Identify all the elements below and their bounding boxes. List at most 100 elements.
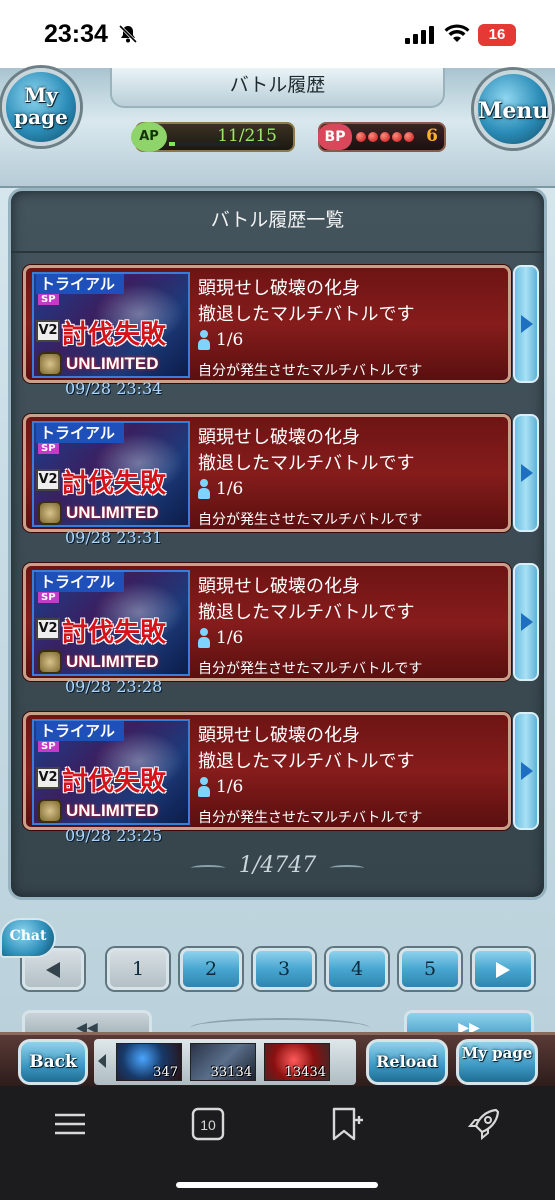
battle-title: 顕現せし破壊の化身	[198, 278, 360, 299]
trial-tag: トライアル	[36, 721, 124, 741]
chevron-left-icon	[46, 962, 60, 978]
status-time: 23:34	[44, 20, 108, 48]
item-shortcuts: 347 33134 13434	[94, 1039, 356, 1085]
player-count: 1/6	[198, 479, 243, 499]
tabs-icon[interactable]: 10	[190, 1106, 226, 1142]
battle-note: 自分が発生させたマルチバトルです	[198, 661, 423, 677]
rocket-icon[interactable]	[466, 1106, 502, 1142]
player-count-value: 1/6	[216, 628, 244, 648]
entry-arrow-button[interactable]	[513, 265, 539, 383]
ornament-left	[190, 864, 225, 871]
quest-thumbnail: トライアル SP V2 討伐失敗 UNLIMITED	[32, 421, 190, 527]
sp-badge: SP	[38, 443, 59, 454]
ap-bar	[169, 142, 279, 146]
v2-badge: V2	[36, 618, 60, 640]
page-button-5[interactable]: 5	[399, 948, 461, 990]
entry-arrow-button[interactable]	[513, 712, 539, 830]
person-icon	[198, 777, 210, 797]
battle-note: 自分が発生させたマルチバトルです	[198, 512, 423, 528]
bell-slash-icon	[118, 24, 138, 44]
panel-title: バトル履歴一覧	[210, 209, 345, 231]
person-icon	[198, 330, 210, 350]
battle-entry[interactable]: トライアル SP V2 討伐失敗 UNLIMITED 顕現せし破壊の化身 撤退し…	[23, 712, 547, 845]
entry-arrow-button[interactable]	[513, 563, 539, 681]
chevron-right-icon	[521, 613, 533, 631]
chat-button[interactable]: Chat	[0, 918, 56, 958]
trial-tag: トライアル	[36, 423, 124, 443]
cellular-signal-icon	[405, 26, 434, 44]
chevron-left-icon[interactable]	[98, 1054, 106, 1068]
sp-badge: SP	[38, 294, 59, 305]
bp-dots	[356, 132, 414, 142]
battle-message: 撤退したマルチバトルです	[198, 453, 415, 474]
ap-gauge: AP 11/215	[131, 122, 295, 152]
player-count: 1/6	[198, 330, 243, 350]
mode-label: UNLIMITED	[66, 503, 159, 522]
page-indicator-text: 1/4747	[238, 853, 317, 878]
game-footer-bar: Back 347 33134 13434 Reload My page	[0, 1032, 555, 1086]
back-button[interactable]: Back	[18, 1039, 88, 1085]
battle-note: 自分が発生させたマルチバトルです	[198, 363, 423, 379]
page-button-2[interactable]: 2	[180, 948, 242, 990]
battle-date: 09/28 23:28	[65, 677, 163, 696]
battle-entry[interactable]: トライアル SP V2 討伐失敗 UNLIMITED 顕現せし破壊の化身 撤退し…	[23, 414, 547, 547]
player-count: 1/6	[198, 628, 243, 648]
battle-note: 自分が発生させたマルチバトルです	[198, 810, 423, 826]
item-shortcut[interactable]: 347	[116, 1043, 182, 1081]
battle-date: 09/28 23:25	[65, 826, 163, 845]
battle-history-panel: バトル履歴一覧 トライアル SP V2 討伐失敗 UNLIMITED 顕現せし破…	[8, 188, 547, 900]
v2-badge: V2	[36, 320, 60, 342]
game-screen: My page バトル履歴 Menu AP 11/215 BP 6 バトル履歴一…	[0, 68, 555, 1086]
result-stamp: 討伐失敗	[62, 320, 167, 350]
battle-card[interactable]: トライアル SP V2 討伐失敗 UNLIMITED 顕現せし破壊の化身 撤退し…	[23, 712, 511, 830]
battle-message: 撤退したマルチバトルです	[198, 751, 415, 772]
page-button-4[interactable]: 4	[326, 948, 388, 990]
chevron-right-icon	[521, 464, 533, 482]
ap-bar-fill	[169, 142, 175, 146]
page-button-3[interactable]: 3	[253, 948, 315, 990]
entry-arrow-button[interactable]	[513, 414, 539, 532]
sp-badge: SP	[38, 741, 59, 752]
player-count-value: 1/6	[216, 479, 244, 499]
add-bookmark-icon[interactable]	[328, 1106, 364, 1142]
menu-button[interactable]: Menu	[474, 70, 552, 148]
bp-label: BP	[318, 124, 352, 150]
status-bar: 23:34 16	[0, 0, 555, 68]
player-count: 1/6	[198, 777, 243, 797]
page-indicator: 1/4747	[11, 853, 544, 878]
battle-card[interactable]: トライアル SP V2 討伐失敗 UNLIMITED 顕現せし破壊の化身 撤退し…	[23, 414, 511, 532]
quest-thumbnail: トライアル SP V2 討伐失敗 UNLIMITED	[32, 719, 190, 825]
menu-icon[interactable]	[52, 1106, 88, 1142]
battle-title: 顕現せし破壊の化身	[198, 576, 360, 597]
chevron-right-icon	[521, 762, 533, 780]
reload-button[interactable]: Reload	[366, 1039, 448, 1085]
next-page-button[interactable]	[472, 948, 534, 990]
battle-card[interactable]: トライアル SP V2 討伐失敗 UNLIMITED 顕現せし破壊の化身 撤退し…	[23, 563, 511, 681]
item-shortcut[interactable]: 13434	[264, 1043, 330, 1081]
player-count-value: 1/6	[216, 777, 244, 797]
sp-badge: SP	[38, 592, 59, 603]
battle-entry[interactable]: トライアル SP V2 討伐失敗 UNLIMITED 顕現せし破壊の化身 撤退し…	[23, 265, 547, 398]
trial-tag: トライアル	[36, 572, 124, 592]
result-stamp: 討伐失敗	[62, 469, 167, 499]
item-shortcut[interactable]: 33134	[190, 1043, 256, 1081]
footer-mypage-button[interactable]: My page	[456, 1039, 538, 1085]
battle-card[interactable]: トライアル SP V2 討伐失敗 UNLIMITED 顕現せし破壊の化身 撤退し…	[23, 265, 511, 383]
divider	[11, 251, 544, 253]
result-stamp: 討伐失敗	[62, 767, 167, 797]
player-count-value: 1/6	[216, 330, 244, 350]
battle-message: 撤退したマルチバトルです	[198, 602, 415, 623]
quest-thumbnail: トライアル SP V2 討伐失敗 UNLIMITED	[32, 570, 190, 676]
mypage-button[interactable]: My page	[2, 68, 80, 146]
battery-indicator: 16	[478, 24, 516, 46]
page-title: バトル履歴	[110, 68, 445, 108]
quest-thumbnail: トライアル SP V2 討伐失敗 UNLIMITED	[32, 272, 190, 378]
v2-badge: V2	[36, 767, 60, 789]
page-button-1[interactable]: 1	[107, 948, 169, 990]
item-count: 33134	[210, 1065, 252, 1080]
mode-label: UNLIMITED	[66, 801, 159, 820]
battle-entry[interactable]: トライアル SP V2 討伐失敗 UNLIMITED 顕現せし破壊の化身 撤退し…	[23, 563, 547, 696]
medal-icon	[38, 352, 62, 376]
bp-gauge: BP 6	[318, 122, 446, 152]
header-frame: My page バトル履歴 Menu AP 11/215 BP 6	[0, 68, 555, 188]
